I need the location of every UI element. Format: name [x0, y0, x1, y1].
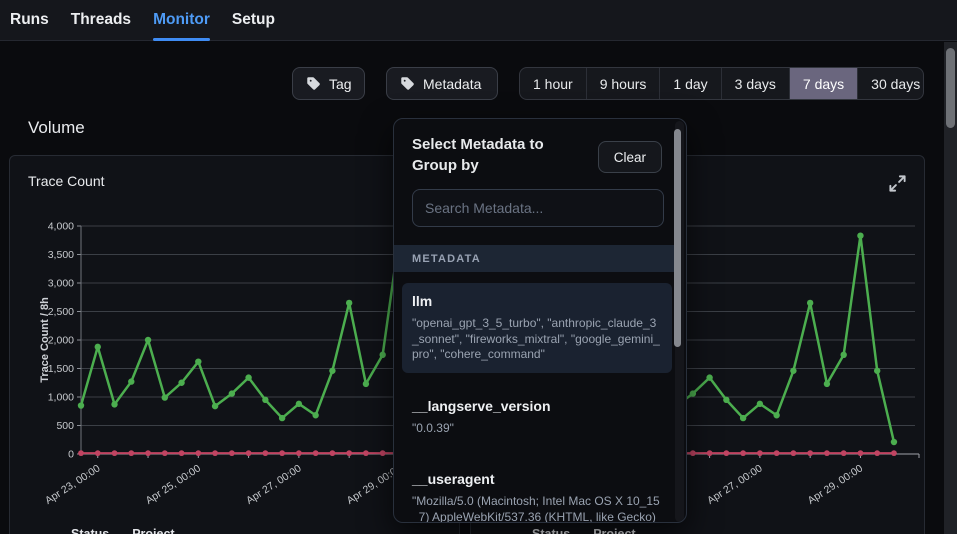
metadata-key: __useragent: [412, 471, 662, 487]
time-range-1-hour[interactable]: 1 hour: [520, 68, 586, 99]
metadata-button[interactable]: Metadata: [386, 67, 498, 100]
metadata-item-__useragent[interactable]: __useragent "Mozilla/5.0 (Macintosh; Inte…: [402, 461, 672, 522]
svg-text:Apr 29, 00:00: Apr 29, 00:00: [806, 462, 866, 506]
chart-title: Trace Count: [28, 173, 105, 189]
svg-text:2,000: 2,000: [48, 335, 74, 347]
expand-icon[interactable]: [888, 174, 908, 194]
svg-text:3,000: 3,000: [48, 278, 74, 290]
legend-status[interactable]: Status: [532, 527, 570, 534]
time-range-9-hours[interactable]: 9 hours: [586, 68, 660, 99]
metadata-group-dropdown: Select Metadata to Group by Clear METADA…: [393, 118, 687, 523]
time-range-3-days[interactable]: 3 days: [721, 68, 789, 99]
metadata-key: llm: [412, 293, 662, 309]
svg-text:Apr 25, 00:00: Apr 25, 00:00: [144, 462, 204, 506]
svg-text:1,500: 1,500: [48, 363, 74, 375]
svg-text:Apr 27, 00:00: Apr 27, 00:00: [244, 462, 304, 506]
dropdown-title: Select Metadata to Group by: [412, 134, 584, 176]
dropdown-scrollbar[interactable]: [675, 121, 684, 522]
page-scrollbar-thumb[interactable]: [946, 48, 955, 128]
svg-text:3,500: 3,500: [48, 249, 74, 261]
dropdown-scrollbar-thumb[interactable]: [674, 129, 681, 347]
metadata-key: __langserve_version: [412, 398, 662, 414]
tab-monitor[interactable]: Monitor: [153, 0, 210, 41]
legend-project[interactable]: Project: [132, 527, 174, 534]
svg-text:Apr 27, 00:00: Apr 27, 00:00: [705, 462, 765, 506]
metadata-values: "Mozilla/5.0 (Macintosh; Intel Mac OS X …: [412, 494, 662, 522]
svg-text:Apr 23, 00:00: Apr 23, 00:00: [43, 462, 103, 506]
svg-text:2,500: 2,500: [48, 306, 74, 318]
svg-text:Trace Count / 8h: Trace Count / 8h: [39, 297, 51, 383]
legend-columns: Status Project: [471, 527, 636, 534]
metadata-list: llm "openai_gpt_3_5_turbo", "anthropic_cl…: [394, 272, 680, 522]
time-range-30-days[interactable]: 30 days: [857, 68, 924, 99]
legend-columns: Status Project: [10, 527, 175, 534]
legend-status[interactable]: Status: [71, 527, 109, 534]
nav-tabs: Runs Threads Monitor Setup: [10, 0, 275, 41]
page-scrollbar[interactable]: [944, 42, 957, 534]
metadata-item-llm[interactable]: llm "openai_gpt_3_5_turbo", "anthropic_cl…: [402, 283, 672, 373]
tab-runs[interactable]: Runs: [10, 0, 49, 41]
top-nav: Runs Threads Monitor Setup: [0, 0, 957, 41]
tag-button[interactable]: Tag: [292, 67, 365, 100]
metadata-section-label: METADATA: [394, 245, 680, 272]
svg-text:500: 500: [56, 420, 74, 432]
time-range-7-days[interactable]: 7 days: [789, 68, 857, 99]
svg-text:4,000: 4,000: [48, 221, 74, 233]
legend-project[interactable]: Project: [593, 527, 635, 534]
tab-setup[interactable]: Setup: [232, 0, 275, 41]
metadata-values: "0.0.39": [412, 421, 662, 437]
time-range-selector: 1 hour9 hours1 day3 days7 days30 days: [519, 67, 924, 100]
svg-text:0: 0: [68, 449, 74, 461]
tag-icon: [306, 76, 321, 91]
metadata-values: "openai_gpt_3_5_turbo", "anthropic_claud…: [412, 316, 662, 363]
section-title: Volume: [28, 118, 85, 138]
search-metadata-input[interactable]: [412, 189, 664, 227]
metadata-item-__langserve_version[interactable]: __langserve_version "0.0.39": [402, 388, 672, 447]
tab-threads[interactable]: Threads: [71, 0, 131, 41]
tag-icon: [400, 76, 415, 91]
clear-button[interactable]: Clear: [598, 141, 662, 173]
svg-text:1,000: 1,000: [48, 392, 74, 404]
tag-button-label: Tag: [329, 76, 352, 92]
time-range-1-day[interactable]: 1 day: [659, 68, 720, 99]
metadata-button-label: Metadata: [423, 76, 481, 92]
